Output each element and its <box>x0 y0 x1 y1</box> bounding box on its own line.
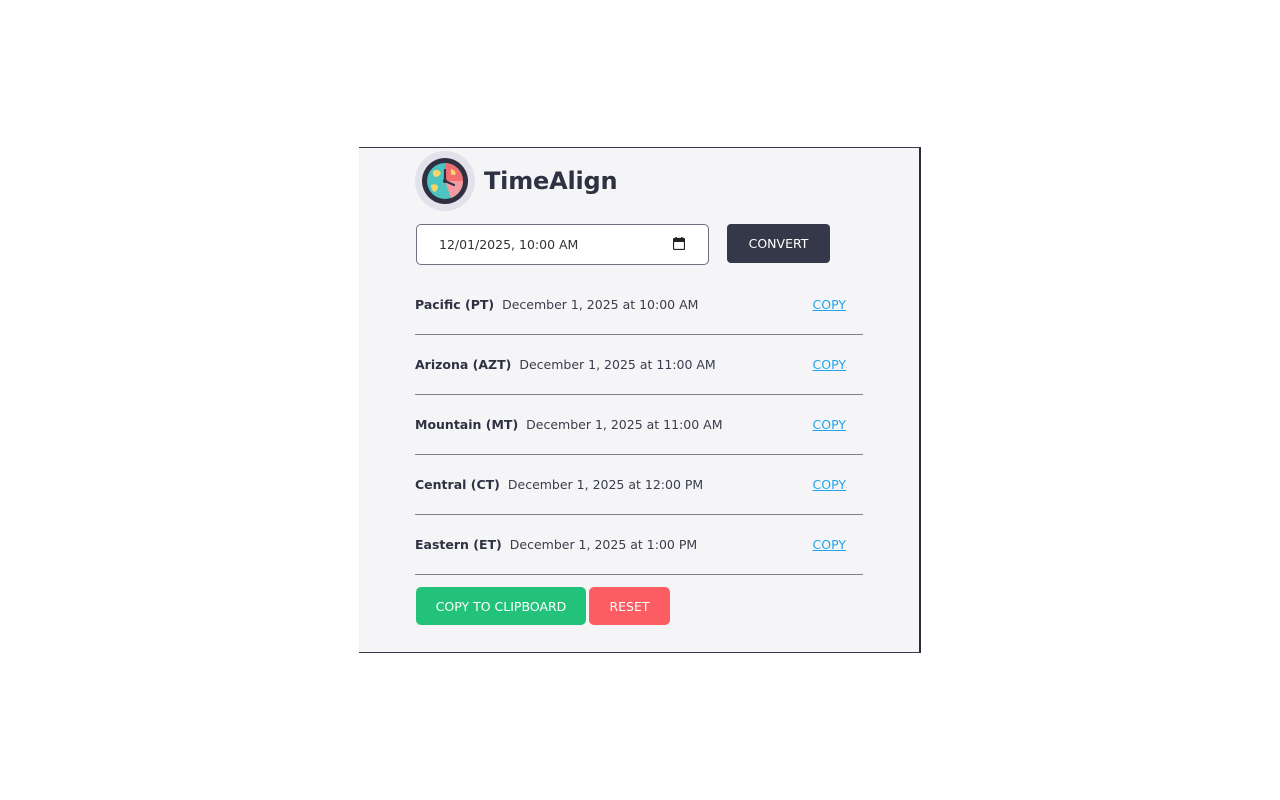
zone-name: Eastern (ET) <box>415 537 502 552</box>
extension-popup: TimeAlign 12/01/2025, 10:00 AM CONVERT P… <box>359 147 921 653</box>
copy-link[interactable]: COPY <box>813 297 846 312</box>
datetime-input[interactable]: 12/01/2025, 10:00 AM <box>416 224 709 265</box>
results-list: Pacific (PT) December 1, 2025 at 10:00 A… <box>415 275 863 575</box>
header: TimeAlign <box>415 151 618 211</box>
zone-time: December 1, 2025 at 10:00 AM <box>502 297 699 312</box>
copy-link[interactable]: COPY <box>813 537 846 552</box>
action-buttons: COPY TO CLIPBOARD RESET <box>416 587 670 625</box>
zone-name: Arizona (AZT) <box>415 357 512 372</box>
zone-time: December 1, 2025 at 1:00 PM <box>509 537 698 552</box>
list-item: Central (CT) December 1, 2025 at 12:00 P… <box>415 455 863 515</box>
zone-time: December 1, 2025 at 11:00 AM <box>526 417 723 432</box>
copy-to-clipboard-button[interactable]: COPY TO CLIPBOARD <box>416 587 586 625</box>
convert-button[interactable]: CONVERT <box>727 224 830 263</box>
copy-link[interactable]: COPY <box>813 357 846 372</box>
list-item: Pacific (PT) December 1, 2025 at 10:00 A… <box>415 275 863 335</box>
calendar-icon[interactable] <box>672 236 686 253</box>
list-item: Eastern (ET) December 1, 2025 at 1:00 PM… <box>415 515 863 575</box>
zone-time: December 1, 2025 at 12:00 PM <box>507 477 704 492</box>
zone-name: Mountain (MT) <box>415 417 519 432</box>
clock-globe-icon <box>415 151 475 211</box>
copy-link[interactable]: COPY <box>813 477 846 492</box>
app-title: TimeAlign <box>484 167 618 195</box>
zone-name: Central (CT) <box>415 477 500 492</box>
list-item: Arizona (AZT) December 1, 2025 at 11:00 … <box>415 335 863 395</box>
zone-name: Pacific (PT) <box>415 297 495 312</box>
datetime-value: 12/01/2025, 10:00 AM <box>439 237 579 252</box>
list-item: Mountain (MT) December 1, 2025 at 11:00 … <box>415 395 863 455</box>
copy-link[interactable]: COPY <box>813 417 846 432</box>
reset-button[interactable]: RESET <box>589 587 670 625</box>
zone-time: December 1, 2025 at 11:00 AM <box>519 357 716 372</box>
